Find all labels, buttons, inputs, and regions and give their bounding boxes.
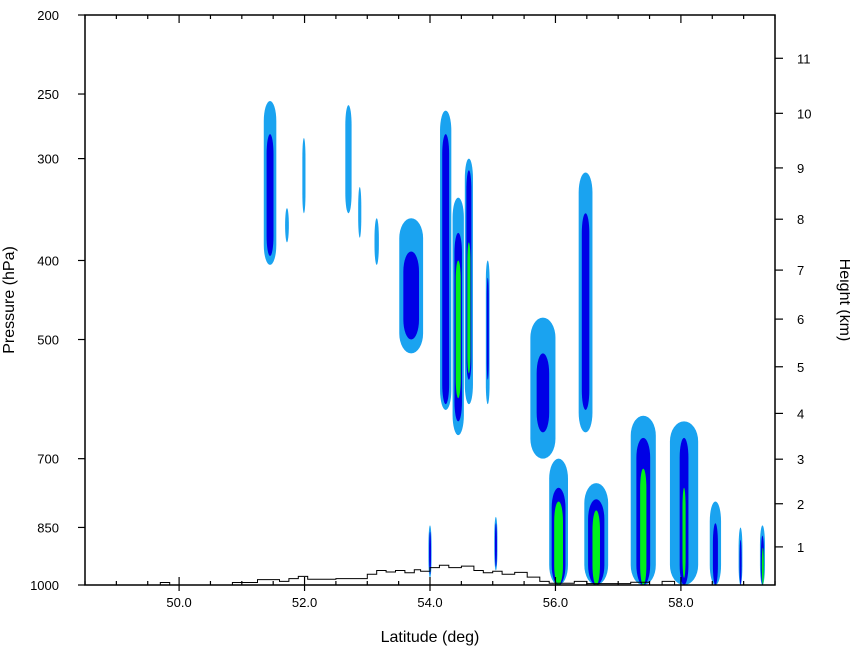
y2-tick-label: 5 — [797, 360, 804, 375]
precip-cell — [530, 317, 556, 459]
y2-tick-label: 7 — [797, 263, 804, 278]
y2-tick-label: 3 — [797, 452, 804, 467]
y2-tick-label: 10 — [797, 106, 811, 121]
precip-level-medium — [581, 213, 590, 410]
x-axis-title: Latitude (deg) — [381, 629, 480, 646]
precip-cell — [630, 415, 656, 585]
precip-level-medium — [739, 539, 742, 585]
precip-cell — [494, 516, 498, 571]
precip-level-heavy — [682, 487, 686, 578]
y2-axis-title: Height (km) — [836, 259, 850, 342]
y-tick-label: 300 — [37, 152, 59, 167]
y2-tick-label: 11 — [797, 51, 811, 66]
precip-level-light — [285, 208, 289, 243]
y-tick-label: 200 — [37, 8, 59, 23]
y2-tick-label: 9 — [797, 161, 804, 176]
precip-cell — [440, 110, 452, 410]
precip-level-medium — [403, 251, 420, 340]
precip-cell — [464, 158, 473, 405]
precip-cell — [374, 218, 379, 265]
precip-level-medium — [442, 134, 450, 405]
precip-cell — [285, 208, 289, 243]
x-tick-label: 58.0 — [668, 595, 693, 610]
precip-level-light — [374, 218, 379, 265]
precip-level-heavy — [554, 501, 563, 585]
precip-level-medium — [266, 134, 274, 257]
y2-tick-label: 1 — [797, 540, 804, 555]
precipitation-cells — [263, 101, 765, 585]
precip-cell — [263, 101, 277, 265]
precip-cell — [584, 483, 609, 585]
y2-tick-label: 2 — [797, 497, 804, 512]
precip-level-heavy — [761, 547, 764, 585]
y2-tick-label: 6 — [797, 312, 804, 327]
precip-cell — [759, 525, 765, 585]
y-axis-height: 1 2 3 4 5 6 7 8 9 10 11 — [775, 51, 811, 555]
precip-level-light — [302, 137, 306, 214]
x-tick-label: 56.0 — [543, 595, 568, 610]
precip-cell — [549, 458, 568, 585]
precip-cell — [485, 260, 490, 405]
y-tick-label: 850 — [37, 520, 59, 535]
precip-cell — [578, 172, 593, 433]
precip-cell — [345, 105, 352, 214]
precip-level-medium — [494, 523, 497, 567]
precip-level-medium — [536, 353, 550, 433]
x-tick-label: 50.0 — [166, 595, 191, 610]
precip-cell — [452, 197, 464, 436]
x-tick-label: 52.0 — [292, 595, 317, 610]
precip-cell — [358, 186, 362, 238]
y-tick-label: 1000 — [30, 578, 59, 593]
precip-level-light — [345, 105, 352, 214]
precip-cell — [669, 421, 699, 585]
cross-section-chart: 50.0 52.0 54.0 56.0 58.0 1000 850 700 500 400 300… — [1, 8, 850, 646]
y-tick-label: 250 — [37, 87, 59, 102]
precip-cell — [399, 218, 424, 354]
y2-tick-label: 8 — [797, 212, 804, 227]
precip-level-light — [358, 186, 362, 238]
precip-level-heavy — [467, 242, 471, 374]
precip-level-heavy — [455, 260, 461, 399]
y-tick-label: 500 — [37, 333, 59, 348]
y-axis-title: Pressure (hPa) — [1, 246, 18, 354]
precip-level-medium — [712, 523, 718, 585]
y-tick-label: 700 — [37, 452, 59, 467]
precip-level-heavy — [640, 468, 647, 585]
precip-cell — [738, 527, 743, 585]
y-axis-pressure: 1000 850 700 500 400 300 250 200 — [30, 8, 85, 593]
y-tick-label: 400 — [37, 253, 59, 268]
precip-cell — [709, 501, 722, 585]
precip-level-heavy — [592, 510, 600, 585]
x-tick-label: 54.0 — [417, 595, 442, 610]
y2-tick-label: 4 — [797, 406, 804, 421]
precip-level-medium — [486, 277, 489, 380]
precip-cell — [302, 137, 306, 214]
